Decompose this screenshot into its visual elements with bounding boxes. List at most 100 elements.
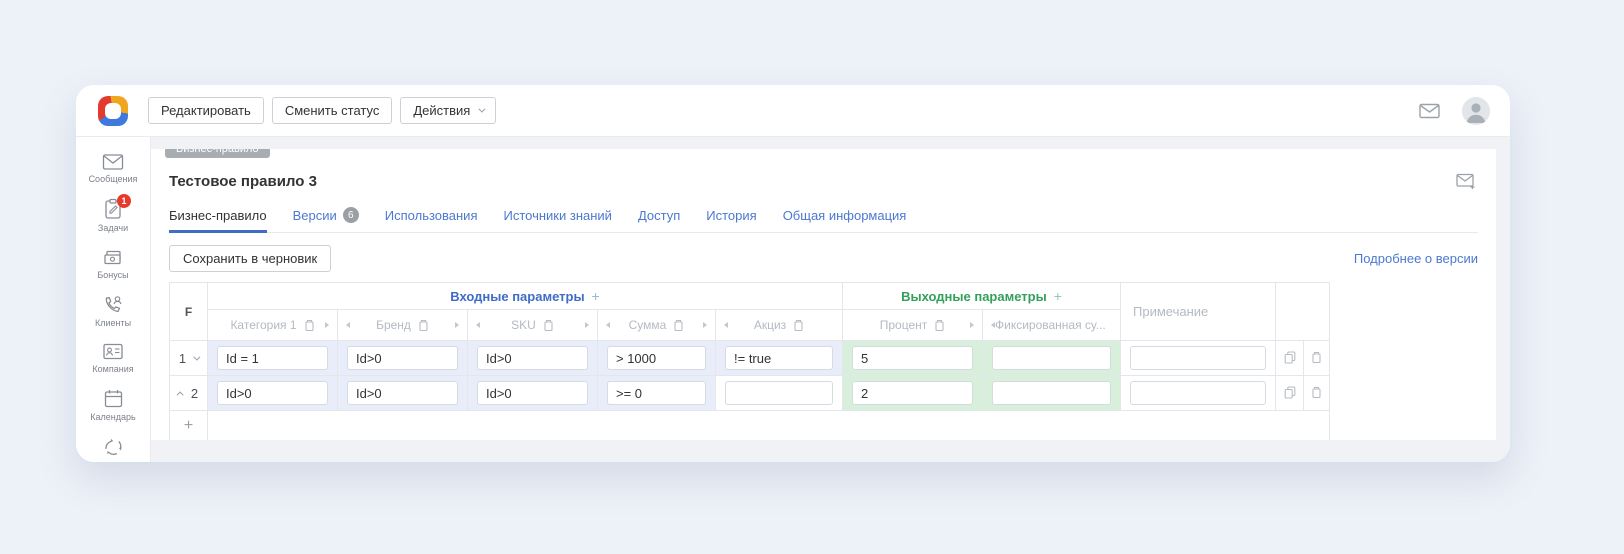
- move-column-left-icon[interactable]: [476, 322, 480, 328]
- row-number: 1: [179, 351, 186, 366]
- trash-icon: [1311, 386, 1322, 399]
- tab-label: Версии: [293, 208, 337, 223]
- column-label: Процент: [880, 318, 928, 332]
- row-number: 2: [191, 386, 198, 401]
- output-group-label: Выходные параметры: [901, 289, 1047, 304]
- row-number-cell: 2: [170, 376, 208, 411]
- delete-column-icon[interactable]: [673, 319, 684, 332]
- move-column-left-icon[interactable]: [346, 322, 350, 328]
- mail-button[interactable]: [1415, 99, 1444, 123]
- tab-bar: Бизнес-правило Версии 6 Использования Ис…: [169, 207, 1478, 233]
- company-icon: [102, 342, 124, 361]
- tab-versions[interactable]: Версии 6: [293, 207, 359, 232]
- row-number-cell: 1: [170, 341, 208, 376]
- condition-input[interactable]: [607, 346, 706, 370]
- delete-column-icon[interactable]: [304, 319, 315, 332]
- tab-history[interactable]: История: [706, 207, 756, 232]
- app-logo-icon[interactable]: [98, 96, 128, 126]
- tab-business-rule[interactable]: Бизнес-правило: [169, 207, 267, 232]
- move-column-right-icon[interactable]: [325, 322, 329, 328]
- actions-dropdown-button[interactable]: Действия: [400, 97, 496, 124]
- delete-column-icon[interactable]: [934, 319, 945, 332]
- clients-icon: [102, 294, 124, 315]
- delete-column-icon[interactable]: [418, 319, 429, 332]
- add-output-column-icon[interactable]: +: [1054, 288, 1062, 304]
- move-column-left-icon[interactable]: [724, 322, 728, 328]
- change-status-button[interactable]: Сменить статус: [272, 97, 393, 124]
- table-row: 2: [170, 376, 1330, 411]
- tab-label: Бизнес-правило: [169, 208, 267, 223]
- processes-icon: [102, 436, 124, 458]
- chevron-down-icon: [479, 106, 486, 113]
- move-column-left-icon[interactable]: [606, 322, 610, 328]
- sidebar-item-bonuses[interactable]: Бонусы: [76, 241, 150, 288]
- column-header-fixed-sum: Фиксированная су...: [983, 310, 1121, 341]
- result-input[interactable]: [852, 346, 973, 370]
- add-input-column-icon[interactable]: +: [592, 288, 600, 304]
- version-details-link[interactable]: Подробнее о версии: [1354, 251, 1478, 266]
- envelope-icon: [1419, 103, 1440, 119]
- move-column-right-icon[interactable]: [703, 322, 707, 328]
- condition-input[interactable]: [217, 381, 328, 405]
- subscribe-button[interactable]: [1454, 171, 1478, 192]
- sidebar-item-calendar[interactable]: Календарь: [76, 382, 150, 430]
- row-actions-header: [1276, 283, 1330, 341]
- save-draft-button[interactable]: Сохранить в черновик: [169, 245, 331, 272]
- condition-input[interactable]: [347, 346, 458, 370]
- sidebar-item-label: Процессы: [92, 461, 134, 462]
- tab-knowledge-sources[interactable]: Источники знаний: [503, 207, 611, 232]
- tab-access[interactable]: Доступ: [638, 207, 680, 232]
- move-column-right-icon[interactable]: [970, 322, 974, 328]
- move-row-up-icon[interactable]: [176, 391, 183, 398]
- sidebar-item-messages[interactable]: Сообщения: [76, 147, 150, 192]
- tab-label: История: [706, 208, 756, 223]
- page-title: Тестовое правило 3: [169, 173, 317, 190]
- add-row-button[interactable]: +: [170, 411, 208, 441]
- copy-row-cell: [1276, 376, 1304, 411]
- condition-input[interactable]: [477, 381, 588, 405]
- sidebar-item-processes[interactable]: Процессы: [76, 430, 150, 462]
- column-label: SKU: [511, 318, 536, 332]
- sidebar-item-company[interactable]: Компания: [76, 336, 150, 382]
- result-input[interactable]: [992, 346, 1111, 370]
- rule-table: F Входные параметры+ Выходные параметры+…: [169, 282, 1330, 440]
- condition-input[interactable]: [217, 346, 328, 370]
- note-input[interactable]: [1130, 346, 1266, 370]
- copy-row-button[interactable]: [1281, 383, 1299, 402]
- move-column-right-icon[interactable]: [585, 322, 589, 328]
- condition-input[interactable]: [725, 346, 833, 370]
- tab-usages[interactable]: Использования: [385, 207, 478, 232]
- condition-input[interactable]: [347, 381, 458, 405]
- column-header-category: Категория 1: [208, 310, 338, 341]
- versions-count-badge: 6: [343, 207, 359, 223]
- condition-input[interactable]: [607, 381, 706, 405]
- add-row-filler: [208, 411, 1330, 441]
- delete-column-icon[interactable]: [543, 319, 554, 332]
- result-input[interactable]: [992, 381, 1111, 405]
- copy-icon: [1284, 351, 1296, 364]
- move-column-right-icon[interactable]: [455, 322, 459, 328]
- copy-row-cell: [1276, 341, 1304, 376]
- sidebar-item-label: Сообщения: [89, 174, 138, 184]
- sidebar-item-clients[interactable]: Клиенты: [76, 288, 150, 336]
- edit-button[interactable]: Редактировать: [148, 97, 264, 124]
- sidebar-item-tasks[interactable]: 1 Задачи: [76, 192, 150, 241]
- input-group-label: Входные параметры: [450, 289, 584, 304]
- table-row: 1: [170, 341, 1330, 376]
- condition-input[interactable]: [477, 346, 588, 370]
- delete-column-icon[interactable]: [793, 319, 804, 332]
- tab-label: Источники знаний: [503, 208, 611, 223]
- tab-general-info[interactable]: Общая информация: [783, 207, 907, 232]
- tab-label: Общая информация: [783, 208, 907, 223]
- top-bar: Редактировать Сменить статус Действия: [76, 85, 1510, 137]
- note-input[interactable]: [1130, 381, 1266, 405]
- delete-row-button[interactable]: [1308, 383, 1325, 402]
- move-row-down-icon[interactable]: [193, 353, 200, 360]
- delete-row-button[interactable]: [1308, 348, 1325, 367]
- envelope-plus-icon: [1456, 173, 1476, 190]
- copy-row-button[interactable]: [1281, 348, 1299, 367]
- condition-input[interactable]: [725, 381, 833, 405]
- tab-label: Доступ: [638, 208, 680, 223]
- user-avatar[interactable]: [1462, 97, 1490, 125]
- result-input[interactable]: [852, 381, 973, 405]
